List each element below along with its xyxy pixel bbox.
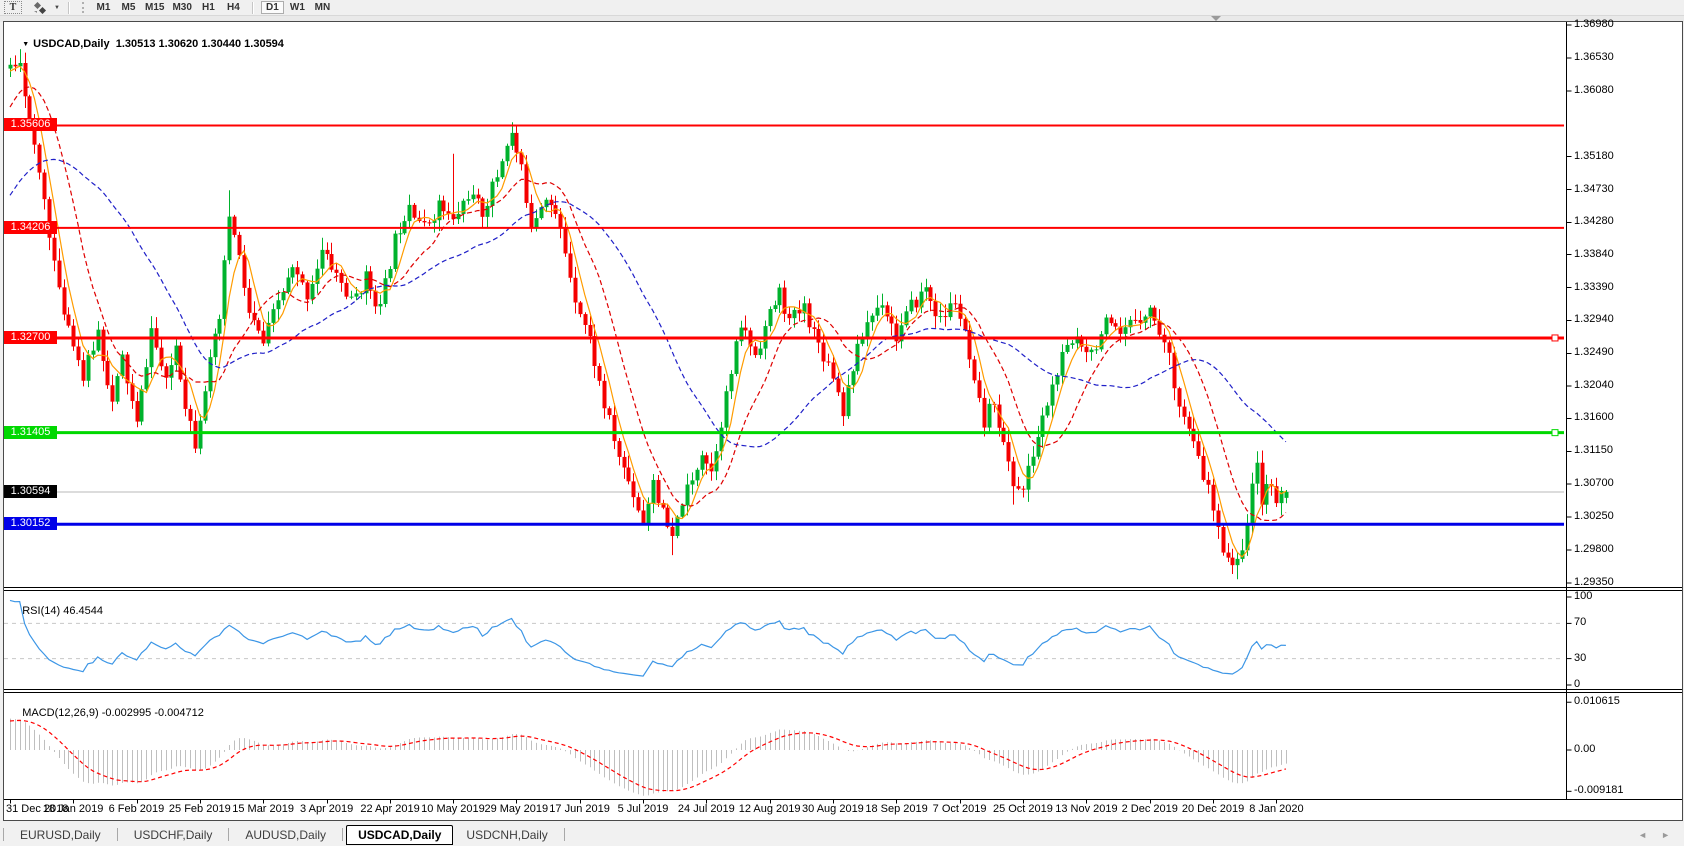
price-axis-tick: 1.32490	[1574, 346, 1614, 359]
chart-tab-bar: EURUSD,Daily USDCHF,Daily AUDUSD,Daily USDC…	[0, 823, 1684, 846]
tab-scroll-right-icon[interactable]: ►	[1661, 830, 1670, 840]
chart-tab-eurusd[interactable]: EURUSD,Daily	[7, 826, 114, 844]
chart-title: ▼ USDCAD,Daily 1.30513 1.30620 1.30440 1.…	[10, 26, 284, 62]
date-axis-tick: 18 Sep 2019	[865, 803, 927, 815]
date-axis-tick: 30 Aug 2019	[802, 803, 864, 815]
macd-name: MACD(12,26,9)	[22, 707, 98, 719]
macd-axis-tick: 0.010615	[1574, 695, 1620, 708]
date-axis-tick: 2 Dec 2019	[1122, 803, 1178, 815]
price-axis-tick: 1.31150	[1574, 444, 1613, 457]
date-axis-tick: 29 May 2019	[484, 803, 548, 815]
chart-canvas[interactable]	[4, 22, 1682, 820]
date-axis-tick: 5 Jul 2019	[618, 803, 669, 815]
macd-axis-tick: 0.00	[1574, 743, 1595, 756]
tab-divider	[117, 828, 118, 841]
price-axis-tick: 1.36530	[1574, 51, 1614, 64]
date-axis-tick: 18 Jan 2019	[43, 803, 104, 815]
price-axis-tick: 1.33840	[1574, 248, 1614, 261]
level-price-badge: 1.32700	[4, 331, 57, 344]
chart-tab-usdcnh[interactable]: USDCNH,Daily	[453, 826, 560, 844]
chevron-down-icon[interactable]: ▼	[52, 5, 62, 11]
timeframe-button-h4[interactable]: H4	[222, 1, 245, 14]
rsi-name: RSI(14)	[22, 605, 60, 617]
price-axis-tick: 1.31600	[1574, 411, 1614, 424]
level-price-badge: 1.30152	[4, 517, 57, 530]
chart-tab-audusd[interactable]: AUDUSD,Daily	[232, 826, 339, 844]
rsi-axis-tick: 100	[1574, 590, 1592, 603]
tab-scroll-arrows: ◄ ►	[1638, 830, 1670, 840]
timeframe-button-m15[interactable]: M15	[142, 1, 167, 14]
macd-values: -0.002995 -0.004712	[102, 707, 204, 719]
macd-axis-tick: -0.009181	[1574, 784, 1624, 797]
level-price-badge: 1.31405	[4, 426, 57, 439]
top-toolbar: T ▼ M1M5M15M30H1H4 D1W1MN	[0, 0, 1684, 15]
chart-symbol-label: USDCAD,Daily	[33, 38, 109, 50]
date-axis-tick: 7 Oct 2019	[933, 803, 987, 815]
timeframe-button-m5[interactable]: M5	[117, 1, 140, 14]
cycle-charts-icon[interactable]	[30, 1, 50, 14]
timeframe-button-w1[interactable]: W1	[286, 1, 309, 14]
rsi-indicator-label: RSI(14) 46.4544	[10, 593, 103, 629]
toolbar-grip	[82, 2, 87, 13]
date-axis-tick: 3 Apr 2019	[300, 803, 353, 815]
date-axis-tick: 10 May 2019	[421, 803, 485, 815]
date-axis-tick: 25 Feb 2019	[169, 803, 231, 815]
date-axis-tick: 20 Dec 2019	[1182, 803, 1244, 815]
rsi-value: 46.4544	[63, 605, 103, 617]
price-axis-tick: 1.32940	[1574, 313, 1614, 326]
price-axis-tick: 1.35180	[1574, 150, 1614, 163]
timeframe-button-mn[interactable]: MN	[311, 1, 334, 14]
price-axis-tick: 1.34280	[1574, 215, 1614, 228]
date-axis-tick: 12 Aug 2019	[739, 803, 801, 815]
timeframe-button-m1[interactable]: M1	[92, 1, 115, 14]
price-axis-tick: 1.29350	[1574, 576, 1614, 589]
chart-tab-usdcad[interactable]: USDCAD,Daily	[346, 825, 453, 845]
price-axis-tick: 1.29800	[1574, 543, 1614, 556]
text-tool-button[interactable]: T	[4, 1, 22, 14]
current-price-badge: 1.30594	[4, 485, 57, 498]
rsi-axis-tick: 30	[1574, 652, 1586, 665]
level-price-badge: 1.34206	[4, 221, 57, 234]
price-axis-tick: 1.30700	[1574, 477, 1614, 490]
level-price-badge: 1.35606	[4, 118, 57, 131]
tab-divider	[228, 828, 229, 841]
price-axis-tick: 1.36980	[1574, 18, 1614, 31]
tab-scroll-left-icon[interactable]: ◄	[1638, 830, 1647, 840]
chart-window[interactable]: ▼ USDCAD,Daily 1.30513 1.30620 1.30440 1.…	[3, 21, 1683, 821]
timeframe-button-m30[interactable]: M30	[169, 1, 194, 14]
date-axis-tick: 13 Nov 2019	[1055, 803, 1117, 815]
price-axis-tick: 1.32040	[1574, 379, 1614, 392]
date-axis-tick: 24 Jul 2019	[678, 803, 735, 815]
chart-collapse-icon[interactable]: ▼	[22, 41, 29, 48]
timeframe-buttons: M1M5M15M30H1H4 D1W1MN	[91, 1, 335, 14]
price-axis-tick: 1.36080	[1574, 84, 1614, 97]
date-axis-tick: 25 Oct 2019	[993, 803, 1053, 815]
date-axis-tick: 8 Jan 2020	[1249, 803, 1303, 815]
rsi-axis-tick: 70	[1574, 616, 1586, 629]
macd-indicator-label: MACD(12,26,9) -0.002995 -0.004712	[10, 695, 204, 731]
toolbar-separator	[68, 2, 70, 14]
date-axis-tick: 17 Jun 2019	[549, 803, 610, 815]
price-axis-tick: 1.30250	[1574, 510, 1614, 523]
chart-ohlc-values: 1.30513 1.30620 1.30440 1.30594	[116, 38, 284, 50]
tab-divider	[564, 828, 565, 841]
timeframe-button-d1[interactable]: D1	[261, 1, 284, 14]
timeframe-button-h1[interactable]: H1	[197, 1, 220, 14]
date-axis-tick: 15 Mar 2019	[232, 803, 294, 815]
toolbar-separator	[252, 2, 254, 14]
chart-tab-usdchf[interactable]: USDCHF,Daily	[121, 826, 226, 844]
tab-divider	[342, 828, 343, 841]
tab-divider	[3, 828, 4, 841]
price-axis-tick: 1.34730	[1574, 183, 1614, 196]
rsi-axis-tick: 0	[1574, 678, 1580, 691]
date-axis-tick: 22 Apr 2019	[360, 803, 419, 815]
date-axis-tick: 6 Feb 2019	[109, 803, 165, 815]
price-axis-tick: 1.33390	[1574, 281, 1614, 294]
